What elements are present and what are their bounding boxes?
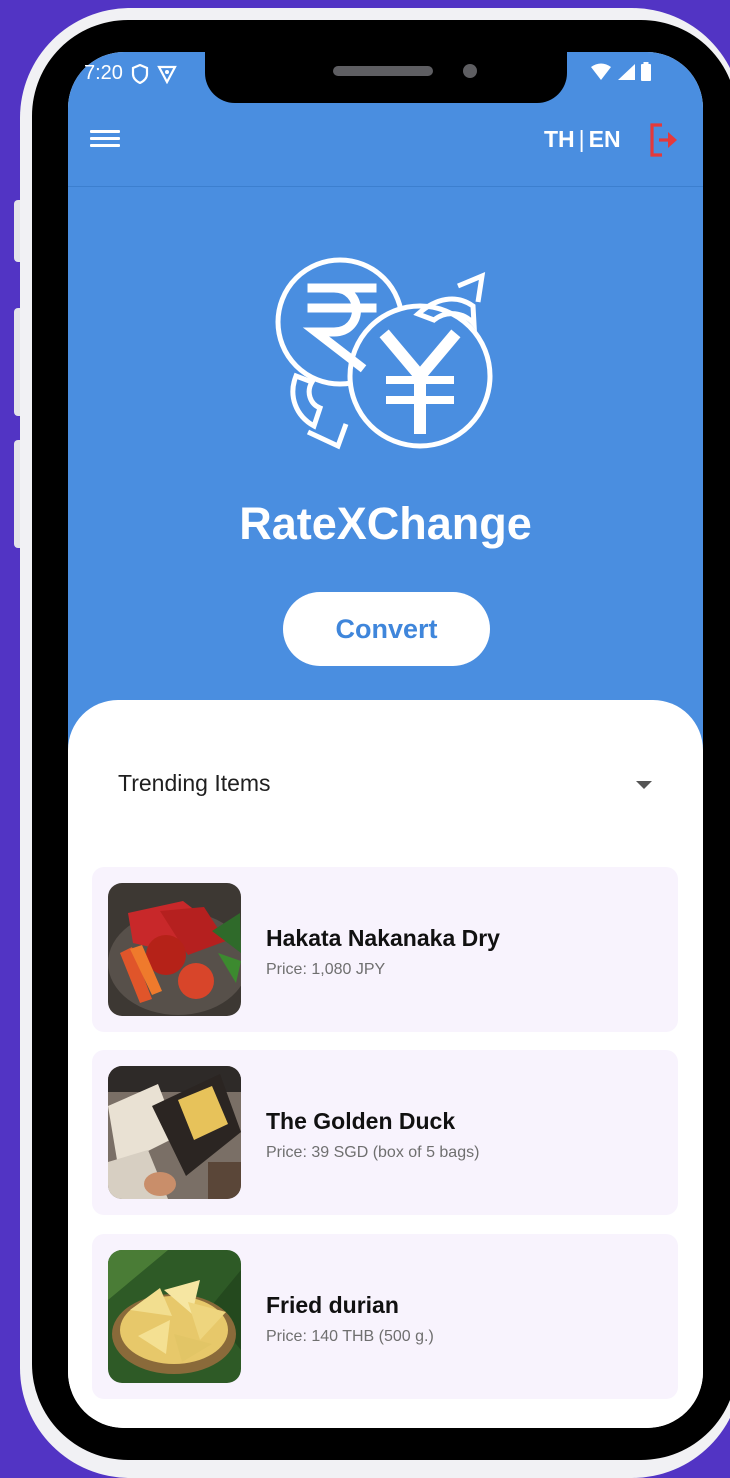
- dried-meat-slices-photo: [108, 883, 241, 1016]
- snack-bag-on-desk-photo: [108, 1066, 241, 1199]
- convert-button[interactable]: Convert: [283, 592, 490, 666]
- status-bar-right: [590, 62, 652, 82]
- item-name: The Golden Duck: [266, 1108, 456, 1134]
- signal-icon: [618, 64, 635, 80]
- list-item[interactable]: The Golden Duck Price: 39 SGD (box of 5 …: [92, 1050, 678, 1215]
- item-name: Hakata Nakanaka Dry: [266, 925, 500, 951]
- item-name: Fried durian: [266, 1292, 399, 1318]
- shield-status-icon: [131, 63, 149, 84]
- hamburger-menu-icon[interactable]: [90, 126, 120, 152]
- logout-icon[interactable]: [648, 122, 680, 158]
- status-time: 7:20: [84, 62, 123, 84]
- status-bar-left: 7:20: [84, 62, 177, 85]
- lang-en-option[interactable]: EN: [589, 126, 621, 152]
- rupee-yen-exchange-icon: [275, 257, 493, 450]
- app-title: RateXChange: [239, 498, 532, 549]
- item-price: Price: 1,080 JPY: [266, 961, 386, 978]
- chevron-down-icon: [636, 781, 652, 789]
- speaker-grille: [333, 66, 433, 76]
- dropdown-selected-value: Trending Items: [118, 770, 271, 796]
- battery-icon: [641, 62, 651, 81]
- wifi-icon: [591, 63, 611, 80]
- phone-notch: [205, 52, 567, 103]
- vpn-status-icon: [157, 65, 177, 84]
- item-price: Price: 140 THB (500 g.): [266, 1328, 434, 1345]
- item-price: Price: 39 SGD (box of 5 bags): [266, 1144, 480, 1161]
- lang-separator: |: [578, 126, 585, 152]
- fried-durian-chips-photo: [108, 1250, 241, 1383]
- front-camera: [463, 64, 477, 78]
- language-switcher: TH | EN: [544, 126, 621, 153]
- list-item[interactable]: Hakata Nakanaka Dry Price: 1,080 JPY: [92, 867, 678, 1032]
- list-item[interactable]: Fried durian Price: 140 THB (500 g.): [92, 1234, 678, 1399]
- trending-dropdown[interactable]: Trending Items: [118, 762, 658, 808]
- app-bar-divider: [68, 186, 703, 187]
- lang-th-option[interactable]: TH: [544, 126, 575, 152]
